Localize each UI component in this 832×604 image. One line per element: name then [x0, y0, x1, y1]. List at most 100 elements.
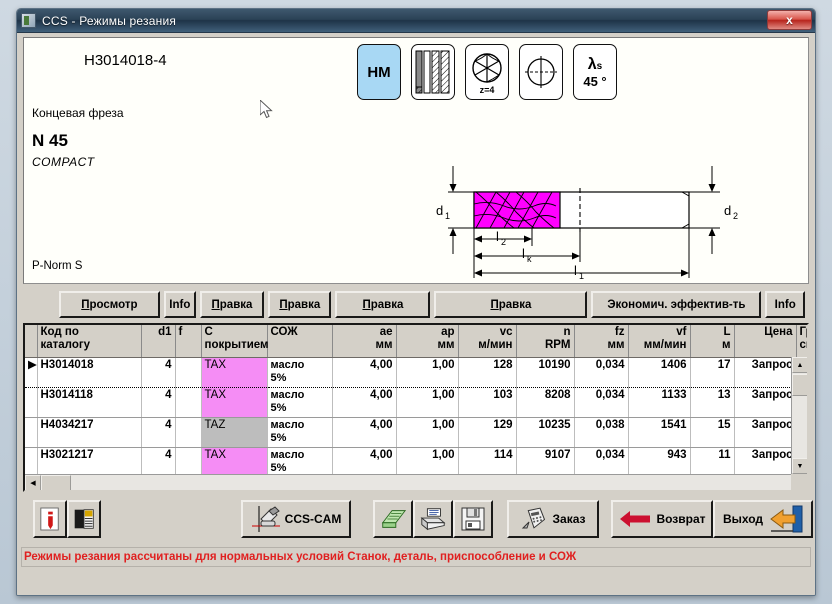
horizontal-scroll-thumb[interactable]: [41, 474, 71, 490]
edit-button-4[interactable]: Правка: [434, 291, 588, 318]
cell-catalog-code[interactable]: H3014118: [37, 387, 142, 418]
cell-f[interactable]: [175, 417, 202, 448]
row-selector-marker[interactable]: ▶: [25, 356, 38, 388]
cell-vc[interactable]: 103: [458, 387, 517, 418]
flute-count-icon[interactable]: z=4: [465, 44, 509, 100]
print-button[interactable]: [413, 500, 453, 538]
cell-ap[interactable]: 1,00: [396, 387, 459, 418]
cell-n[interactable]: 10190: [516, 356, 575, 388]
scroll-down-button[interactable]: ▼: [792, 458, 807, 474]
cell-coolant[interactable]: масло5%: [267, 356, 333, 388]
col-d1[interactable]: d1: [141, 325, 176, 358]
cell-coating[interactable]: TAX: [201, 356, 268, 388]
cell-vf[interactable]: 1406: [628, 356, 691, 388]
cell-n[interactable]: 10235: [516, 417, 575, 448]
cell-ap[interactable]: 1,00: [396, 447, 459, 478]
table-row[interactable]: ▶ H3014018 4 TAX масло 5% 4,00 1,00 128 10190 0,03…: [25, 356, 807, 388]
col-fz[interactable]: fz мм: [574, 325, 629, 358]
cell-ae[interactable]: 4,00: [332, 387, 397, 418]
col-price[interactable]: Цена: [734, 325, 797, 358]
cell-coating[interactable]: TAZ: [201, 417, 268, 448]
cell-coating[interactable]: TAX: [201, 447, 268, 478]
cell-d1[interactable]: 4: [141, 447, 176, 478]
edit-button-2[interactable]: Правка: [268, 291, 332, 318]
cell-coolant[interactable]: масло5%: [267, 387, 333, 418]
scroll-left-button[interactable]: ◀: [25, 474, 41, 490]
cell-catalog-code[interactable]: H3014018: [37, 356, 142, 388]
end-geometry-icon[interactable]: [519, 44, 563, 100]
material-hm-icon[interactable]: HM: [357, 44, 401, 100]
cell-price[interactable]: Запрос: [734, 447, 797, 478]
row-selector-marker[interactable]: [25, 417, 38, 448]
cell-coating[interactable]: TAX: [201, 387, 268, 418]
cell-d1[interactable]: 4: [141, 417, 176, 448]
table-row[interactable]: H3021217 4 TAX масло 5% 4,00 1,00 114 9107 0,034 9…: [25, 447, 807, 478]
cell-vf[interactable]: 1133: [628, 387, 691, 418]
col-coating[interactable]: Cпокрытием: [201, 325, 269, 358]
cell-coolant[interactable]: масло5%: [267, 417, 333, 448]
cell-L[interactable]: 17: [690, 356, 735, 388]
tool-shapes-icon[interactable]: [411, 44, 455, 100]
cell-vc[interactable]: 128: [458, 356, 517, 388]
col-catalog-code[interactable]: Код по каталогу: [37, 325, 142, 358]
cell-f[interactable]: [175, 447, 202, 478]
table-row[interactable]: H3014118 4 TAX масло 5% 4,00 1,00 103 8208 0,034 1…: [25, 387, 807, 418]
cell-coolant[interactable]: масло5%: [267, 447, 333, 478]
cell-n[interactable]: 8208: [516, 387, 575, 418]
cell-price[interactable]: Запрос: [734, 387, 797, 418]
info-icon-button[interactable]: [33, 500, 67, 538]
cell-catalog-code[interactable]: H3021217: [37, 447, 142, 478]
edit-button-3[interactable]: Правка: [335, 291, 431, 318]
vertical-scrollbar[interactable]: ▲ ▼: [791, 357, 807, 474]
horizontal-scrollbar[interactable]: ◀: [25, 474, 791, 490]
ccs-cam-button[interactable]: CCS-CAM: [241, 500, 351, 538]
cell-ae[interactable]: 4,00: [332, 417, 397, 448]
cell-n[interactable]: 9107: [516, 447, 575, 478]
exit-button[interactable]: Выход: [713, 500, 813, 538]
back-button[interactable]: Возврат: [611, 500, 713, 538]
col-coolant[interactable]: СОЖ: [267, 325, 333, 358]
vertical-scroll-thumb[interactable]: [792, 374, 807, 396]
cell-L[interactable]: 13: [690, 387, 735, 418]
close-button[interactable]: x: [767, 10, 812, 30]
cell-price[interactable]: Запрос: [734, 417, 797, 448]
cell-f[interactable]: [175, 387, 202, 418]
col-vf[interactable]: vf мм/мин: [628, 325, 691, 358]
col-f[interactable]: f: [175, 325, 202, 358]
cell-ap[interactable]: 1,00: [396, 356, 459, 388]
cell-L[interactable]: 15: [690, 417, 735, 448]
cell-f[interactable]: [175, 356, 202, 388]
info-button-1[interactable]: Info: [163, 291, 196, 318]
order-button[interactable]: Заказ: [507, 500, 599, 538]
col-vc[interactable]: vc м/мин: [458, 325, 517, 358]
cell-catalog-code[interactable]: H4034217: [37, 417, 142, 448]
results-grid[interactable]: Код по каталогу d1 f Cпокрытием СОЖ ae мм ap мм vc…: [23, 323, 809, 492]
notes-button[interactable]: [373, 500, 413, 538]
cell-fz[interactable]: 0,034: [574, 447, 629, 478]
cell-ap[interactable]: 1,00: [396, 417, 459, 448]
col-ap[interactable]: ap мм: [396, 325, 459, 358]
col-ae[interactable]: ae мм: [332, 325, 397, 358]
cell-L[interactable]: 11: [690, 447, 735, 478]
cell-d1[interactable]: 4: [141, 387, 176, 418]
cell-vf[interactable]: 943: [628, 447, 691, 478]
col-n[interactable]: n RPM: [516, 325, 575, 358]
cell-fz[interactable]: 0,038: [574, 417, 629, 448]
row-selector-marker[interactable]: [25, 447, 38, 478]
preview-button[interactable]: Просмотр: [59, 291, 160, 318]
cell-ae[interactable]: 4,00: [332, 447, 397, 478]
table-row[interactable]: H4034217 4 TAZ масло 5% 4,00 1,00 129 10235 0,038…: [25, 417, 807, 448]
cell-d1[interactable]: 4: [141, 356, 176, 388]
col-L[interactable]: Lм: [690, 325, 735, 358]
cell-vf[interactable]: 1541: [628, 417, 691, 448]
info-button-2[interactable]: Info: [765, 291, 806, 318]
cell-fz[interactable]: 0,034: [574, 387, 629, 418]
catalog-icon-button[interactable]: [67, 500, 101, 538]
cell-ae[interactable]: 4,00: [332, 356, 397, 388]
cell-fz[interactable]: 0,034: [574, 356, 629, 388]
edit-button-1[interactable]: Правка: [199, 291, 265, 318]
scroll-up-button[interactable]: ▲: [792, 357, 807, 373]
col-discount-group[interactable]: Группаскидок: [796, 325, 807, 358]
cell-price[interactable]: Запрос: [734, 356, 797, 388]
cell-vc[interactable]: 129: [458, 417, 517, 448]
